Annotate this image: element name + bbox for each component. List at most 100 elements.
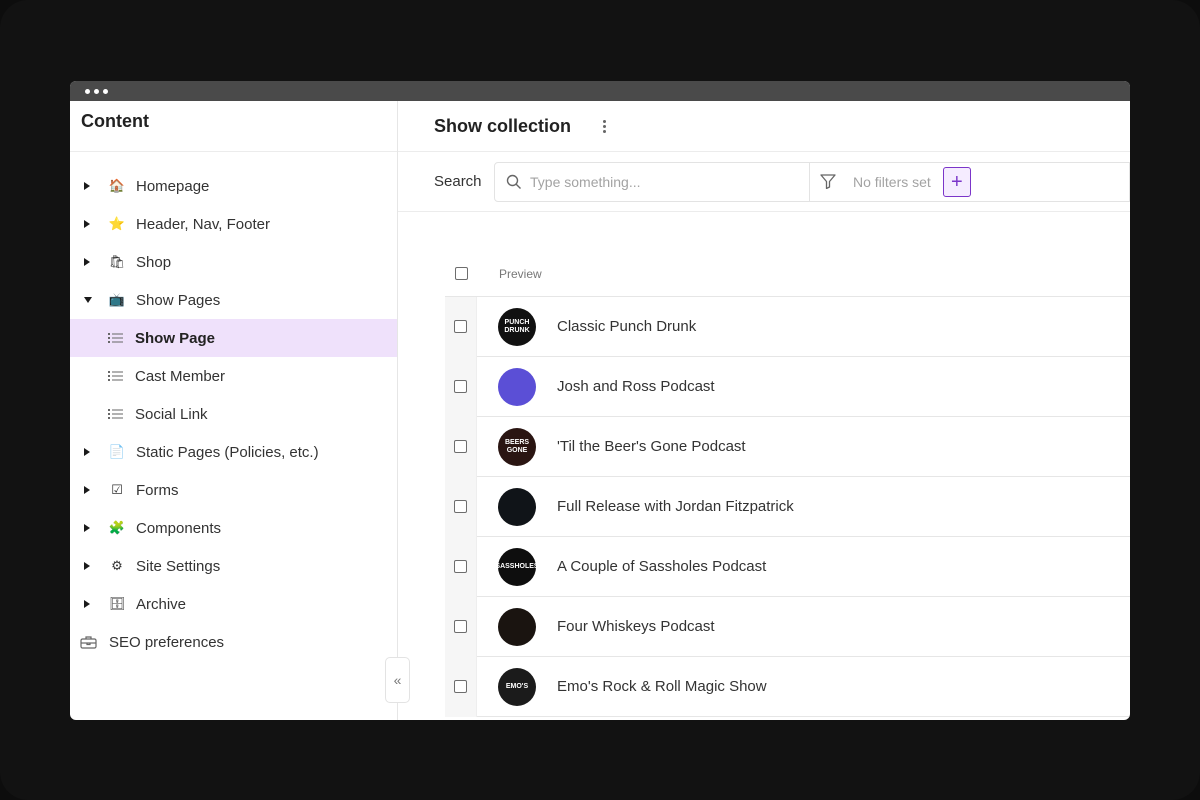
- add-filter-button[interactable]: +: [942, 166, 971, 197]
- file-cabinet-icon: 🗄: [108, 596, 126, 611]
- sidebar-item-social-link[interactable]: Social Link: [70, 395, 397, 433]
- sidebar-item-components[interactable]: 🧩 Components: [70, 509, 397, 547]
- sidebar-item-label: Static Pages (Policies, etc.): [136, 443, 319, 461]
- row-checkbox[interactable]: [454, 320, 467, 333]
- sidebar-item-label: Show Page: [135, 329, 216, 347]
- checkbox-icon: ☑: [111, 482, 123, 497]
- row-checkbox-cell: [445, 356, 477, 417]
- table-row[interactable]: PUNCH DRUNK Classic Punch Drunk: [445, 296, 1130, 357]
- search-bar: Search No filters set +: [398, 152, 1130, 212]
- collapse-caret-icon[interactable]: [84, 297, 98, 303]
- expand-caret-icon[interactable]: [84, 562, 98, 570]
- row-checkbox-cell: [445, 656, 477, 717]
- row-checkbox[interactable]: [454, 680, 467, 693]
- row-checkbox[interactable]: [454, 380, 467, 393]
- show-avatar: BEERS GONE: [498, 427, 536, 466]
- sidebar-item-cast-member[interactable]: Cast Member: [70, 357, 397, 395]
- sidebar-item-label: Header, Nav, Footer: [136, 215, 270, 233]
- row-title: Four Whiskeys Podcast: [557, 618, 715, 635]
- sidebar-item-archive[interactable]: 🗄 Archive: [70, 585, 397, 623]
- column-header-preview: Preview: [499, 266, 542, 281]
- table-row[interactable]: BEERS GONE 'Til the Beer's Gone Podcast: [445, 416, 1130, 477]
- show-avatar: SASSHOLES: [495, 547, 539, 586]
- sidebar-item-label: Forms: [136, 481, 179, 499]
- main-pane: Show collection Search Type something...…: [398, 101, 1130, 720]
- expand-caret-icon[interactable]: [84, 600, 98, 608]
- documents-table: Preview PUNCH DRUNK Classic Punch Drunk Jo…: [445, 251, 1130, 717]
- expand-caret-icon[interactable]: [84, 486, 98, 494]
- sidebar-title: Content: [81, 111, 149, 131]
- expand-caret-icon[interactable]: [84, 258, 98, 266]
- sidebar-item-label: Social Link: [135, 405, 208, 423]
- row-title: Josh and Ross Podcast: [557, 378, 715, 395]
- sidebar-item-label: SEO preferences: [109, 633, 225, 651]
- window-titlebar: [70, 81, 1130, 101]
- table-row[interactable]: SASSHOLES A Couple of Sassholes Podcast: [445, 536, 1130, 597]
- sidebar-item-homepage[interactable]: 🏠 Homepage: [70, 167, 397, 205]
- filter-field[interactable]: No filters set +: [810, 161, 1130, 202]
- show-avatar: PUNCH DRUNK: [498, 307, 536, 346]
- show-avatar: [498, 487, 536, 526]
- sidebar-item-show-pages[interactable]: 📺 Show Pages: [70, 281, 397, 319]
- table-body: PUNCH DRUNK Classic Punch Drunk Josh and R…: [445, 296, 1130, 717]
- row-title: 'Til the Beer's Gone Podcast: [557, 438, 746, 455]
- row-title: Emo's Rock & Roll Magic Show: [557, 678, 767, 695]
- sidebar-item-label: Cast Member: [135, 367, 226, 385]
- page-title: Show collection: [434, 115, 572, 136]
- search-icon: [506, 174, 522, 190]
- expand-caret-icon[interactable]: [84, 182, 98, 190]
- page-icon: 📄: [108, 444, 126, 459]
- filter-status-text: No filters set: [853, 173, 931, 190]
- table-row[interactable]: Josh and Ross Podcast: [445, 356, 1130, 417]
- puzzle-piece-icon: 🧩: [108, 520, 126, 535]
- sidebar-item-label: Shop: [136, 253, 172, 271]
- row-checkbox[interactable]: [454, 440, 467, 453]
- window-dot: [94, 88, 99, 94]
- house-icon: 🏠: [108, 178, 126, 193]
- filter-icon: [820, 174, 836, 189]
- select-all-checkbox[interactable]: [455, 267, 468, 280]
- expand-caret-icon[interactable]: [84, 524, 98, 532]
- row-title: Classic Punch Drunk: [557, 318, 697, 335]
- sidebar-item-seo-preferences[interactable]: SEO preferences: [70, 623, 397, 661]
- content-tree: 🏠 Homepage ⭐ Header, Nav, Footer 🛍 Shop: [70, 152, 397, 661]
- show-avatar: [498, 367, 536, 406]
- table-row[interactable]: Four Whiskeys Podcast: [445, 596, 1130, 657]
- sidebar-item-shop[interactable]: 🛍 Shop: [70, 243, 397, 281]
- sidebar-item-label: Archive: [136, 595, 187, 613]
- plus-icon: +: [950, 170, 963, 193]
- window-dot: [85, 88, 90, 94]
- row-checkbox[interactable]: [454, 500, 467, 513]
- table-header: Preview: [445, 251, 1130, 297]
- expand-caret-icon[interactable]: [84, 448, 98, 456]
- sidebar-item-forms[interactable]: ☑ Forms: [70, 471, 397, 509]
- sidebar-item-site-settings[interactable]: ⚙ Site Settings: [70, 547, 397, 585]
- row-checkbox[interactable]: [454, 560, 467, 573]
- table-row[interactable]: Full Release with Jordan Fitzpatrick: [445, 476, 1130, 537]
- sidebar-item-label: Homepage: [136, 177, 210, 195]
- table-row[interactable]: EMO'S Emo's Rock & Roll Magic Show: [445, 656, 1130, 717]
- row-checkbox-cell: [445, 416, 477, 477]
- sidebar-item-label: Site Settings: [136, 557, 221, 575]
- row-checkbox-cell: [445, 596, 477, 657]
- app-window: Content 🏠 Homepage ⭐ Header, Nav, Footer: [70, 81, 1130, 720]
- expand-caret-icon[interactable]: [84, 220, 98, 228]
- more-options-icon[interactable]: [603, 119, 607, 133]
- sidebar-item-show-page[interactable]: Show Page: [70, 319, 397, 357]
- row-checkbox[interactable]: [454, 620, 467, 633]
- row-title: A Couple of Sassholes Podcast: [557, 558, 767, 575]
- sidebar-item-label: Components: [136, 519, 222, 537]
- sidebar-item-static-pages[interactable]: 📄 Static Pages (Policies, etc.): [70, 433, 397, 471]
- search-input[interactable]: [530, 173, 790, 190]
- star-icon: ⭐: [108, 216, 126, 231]
- search-label: Search: [434, 173, 482, 190]
- row-checkbox-cell: [445, 296, 477, 357]
- show-avatar: EMO'S: [498, 667, 536, 706]
- search-field[interactable]: [494, 161, 810, 202]
- list-icon: [108, 370, 123, 382]
- gear-icon: ⚙: [111, 558, 123, 573]
- television-icon: 📺: [108, 292, 126, 307]
- sidebar-item-header-nav-footer[interactable]: ⭐ Header, Nav, Footer: [70, 205, 397, 243]
- window-dot: [103, 88, 108, 94]
- row-checkbox-cell: [445, 536, 477, 597]
